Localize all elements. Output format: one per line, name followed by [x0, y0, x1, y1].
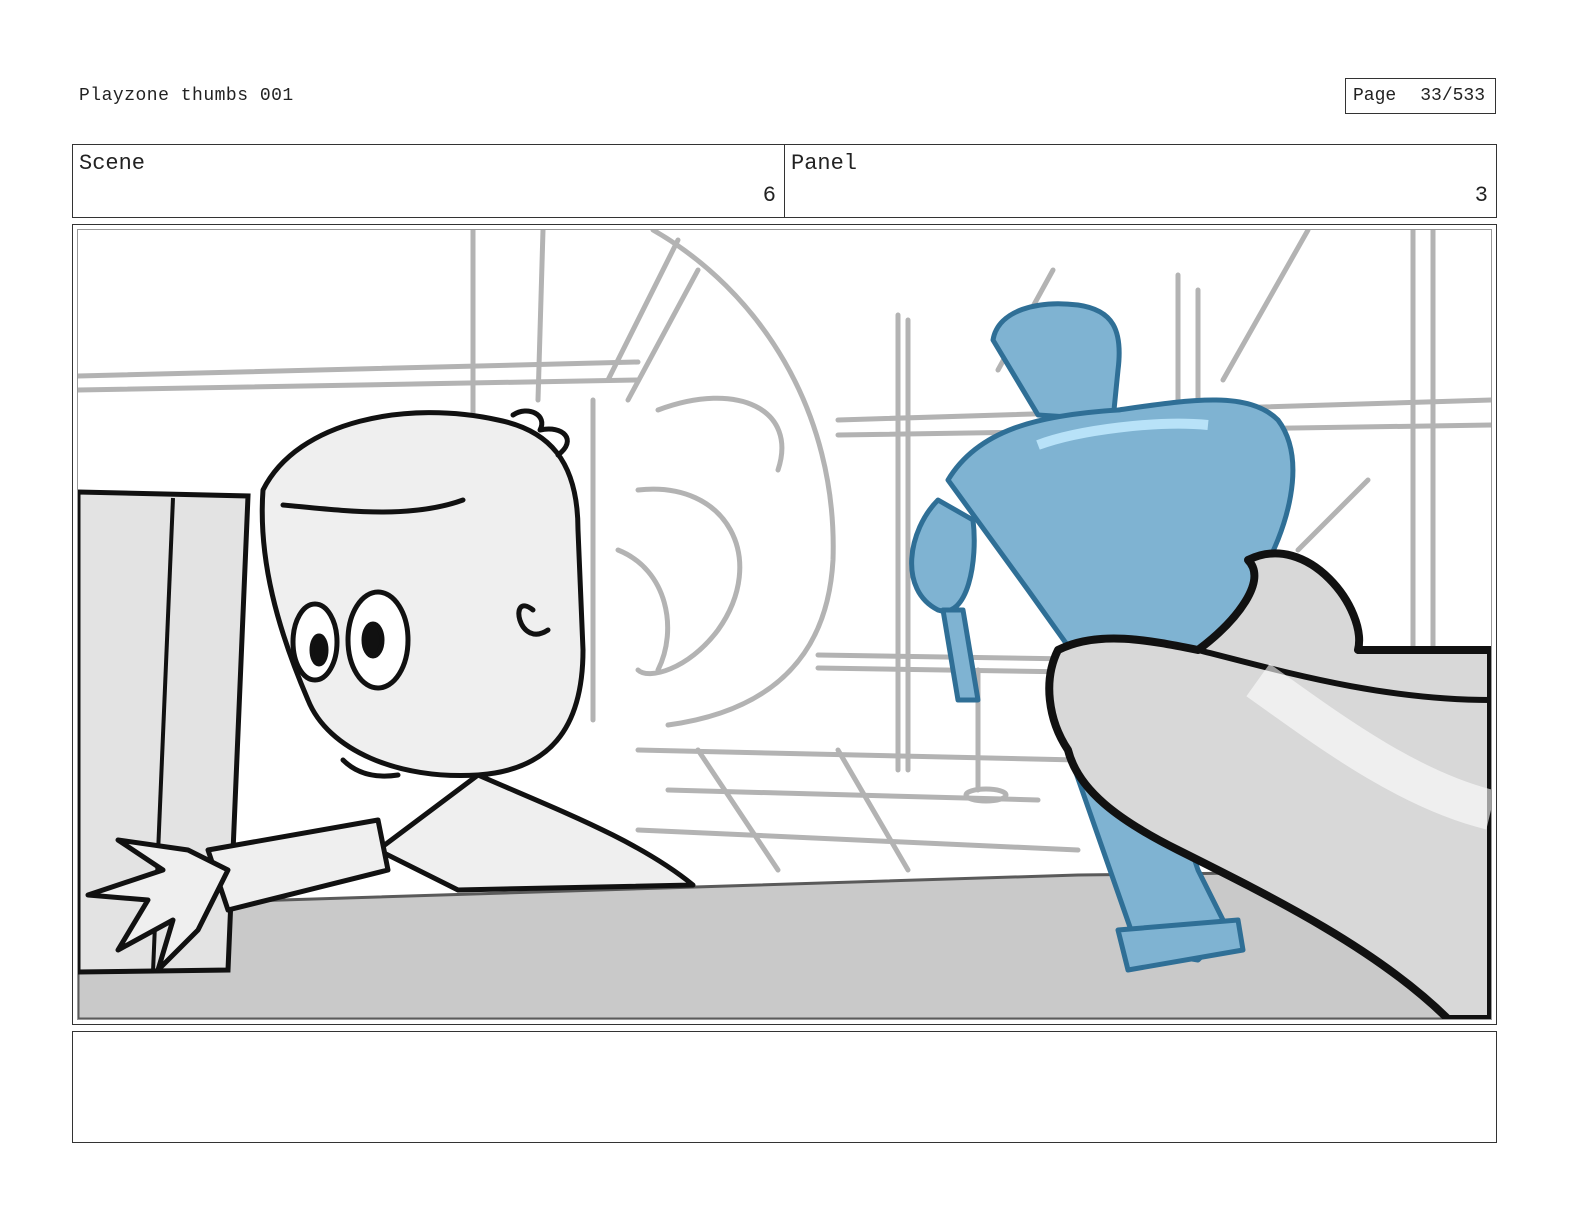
page-number: 33/533 — [1420, 86, 1486, 106]
page-label: Page — [1353, 86, 1397, 106]
panel-label: Panel — [791, 151, 858, 176]
storyboard-frame — [72, 224, 1497, 1025]
notes-box — [72, 1031, 1497, 1143]
storyboard-drawing — [77, 229, 1492, 1020]
panel-number: 3 — [1474, 183, 1488, 208]
scene-panel-info: Scene 6 Panel 3 — [72, 144, 1497, 218]
scene-cell: Scene 6 — [73, 145, 784, 217]
page-indicator: Page 33/533 — [1345, 78, 1496, 114]
scene-label: Scene — [79, 151, 146, 176]
scene-number: 6 — [762, 183, 776, 208]
sketch-illustration — [78, 230, 1491, 1019]
panel-cell: Panel 3 — [784, 145, 1496, 217]
document-title: Playzone thumbs 001 — [79, 86, 294, 106]
